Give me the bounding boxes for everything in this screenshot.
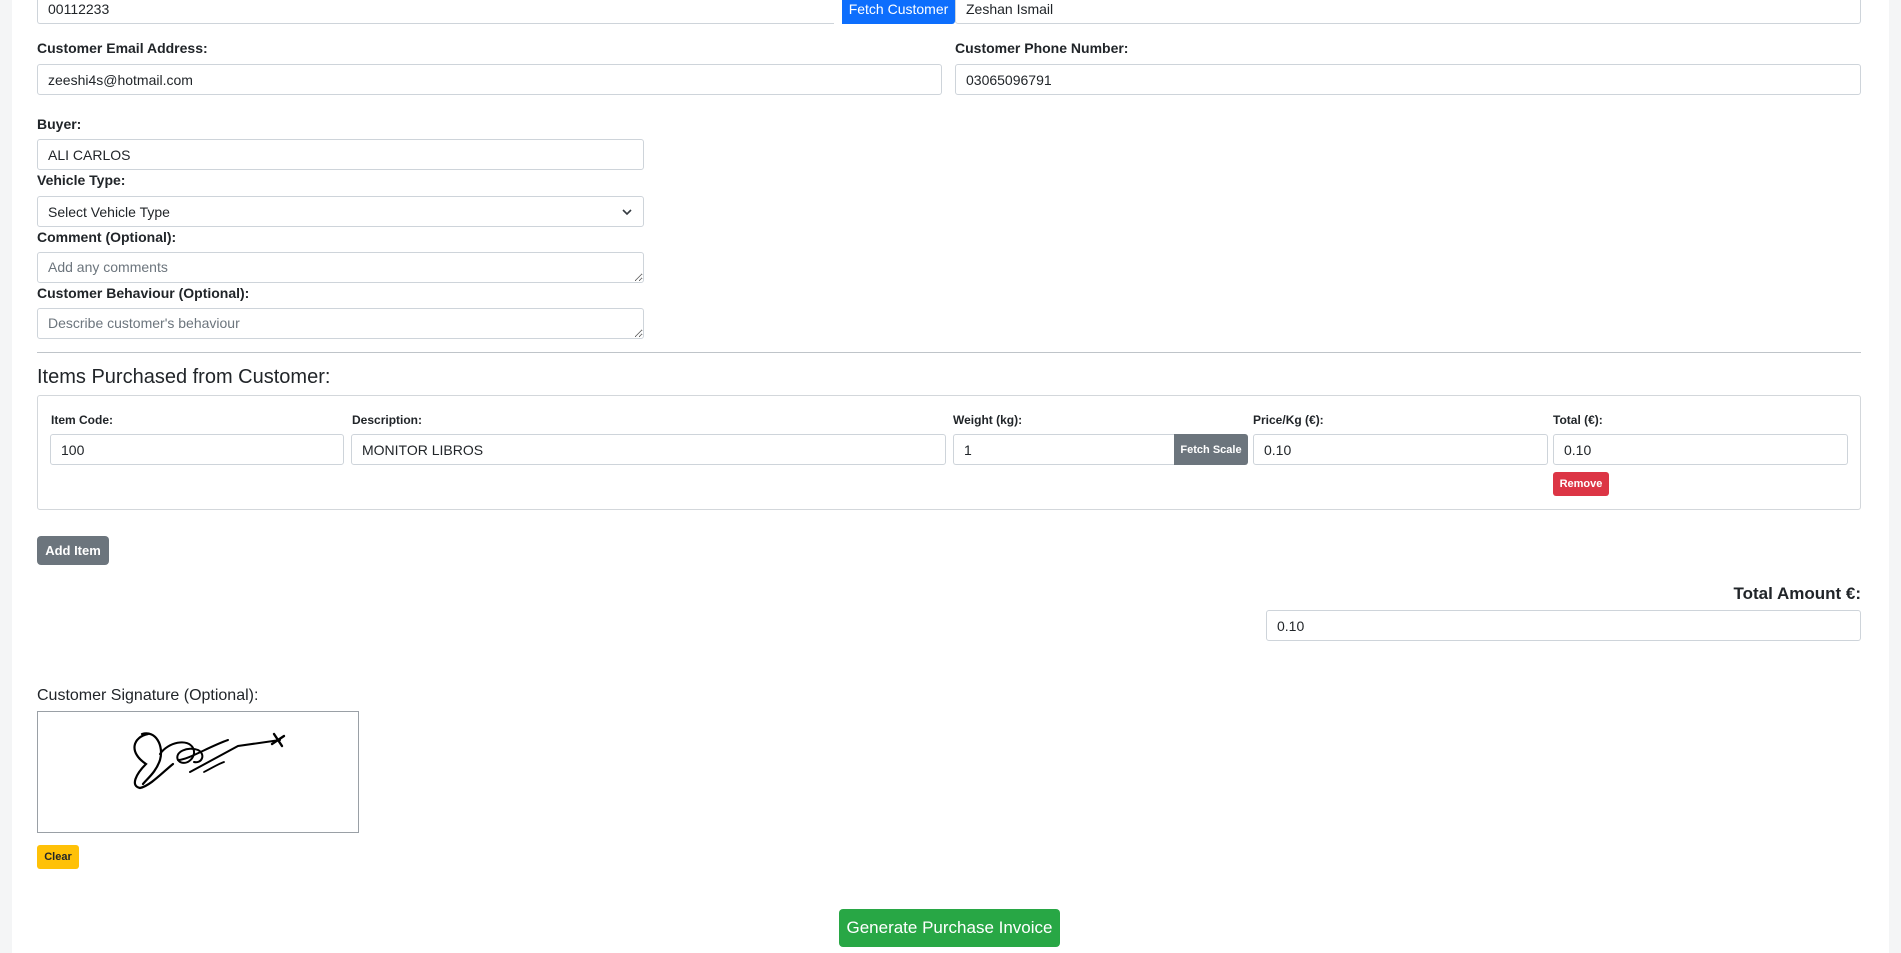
total-amount-label: Total Amount €:	[1733, 584, 1861, 603]
item-code-input[interactable]	[50, 434, 344, 465]
comment-textarea[interactable]	[37, 252, 644, 283]
price-per-kg-label: Price/Kg (€):	[1253, 413, 1324, 427]
total-label: Total (€):	[1553, 413, 1603, 427]
item-total-input[interactable]	[1553, 434, 1848, 465]
item-weight-input[interactable]	[953, 434, 1174, 465]
customer-email-input[interactable]	[37, 64, 942, 95]
buyer-label: Buyer:	[37, 116, 82, 132]
comment-label: Comment (Optional):	[37, 229, 177, 245]
customer-phone-input[interactable]	[955, 64, 1861, 95]
total-amount-input[interactable]	[1266, 610, 1861, 641]
fetch-scale-button[interactable]: Fetch Scale	[1174, 434, 1248, 465]
item-description-input[interactable]	[351, 434, 946, 465]
section-divider	[37, 352, 1861, 353]
customer-id-input[interactable]	[37, 0, 834, 24]
customer-behaviour-label: Customer Behaviour (Optional):	[37, 285, 250, 301]
items-container: Item Code: Description: Weight (kg): Pri…	[37, 395, 1861, 510]
items-heading: Items Purchased from Customer:	[37, 366, 331, 388]
buyer-input[interactable]	[37, 139, 644, 170]
description-label: Description:	[352, 413, 423, 427]
customer-phone-label: Customer Phone Number:	[955, 40, 1129, 56]
vehicle-type-label: Vehicle Type:	[37, 172, 126, 188]
vehicle-type-selected: Select Vehicle Type	[48, 203, 170, 220]
signature-pad[interactable]	[37, 711, 359, 833]
clear-signature-button[interactable]: Clear	[37, 845, 79, 869]
fetch-customer-button[interactable]: Fetch Customer	[842, 0, 955, 24]
item-code-label: Item Code:	[51, 413, 114, 427]
customer-behaviour-textarea[interactable]	[37, 308, 644, 339]
generate-purchase-invoice-button[interactable]: Generate Purchase Invoice	[839, 909, 1060, 947]
weight-label: Weight (kg):	[953, 413, 1023, 427]
page-container: Fetch Customer Customer Email Address: C…	[12, 0, 1889, 953]
chevron-down-icon	[621, 206, 633, 218]
item-price-input[interactable]	[1253, 434, 1548, 465]
signature-drawing	[133, 732, 286, 790]
customer-name-input[interactable]	[955, 0, 1861, 24]
customer-email-label: Customer Email Address:	[37, 40, 208, 56]
signature-label: Customer Signature (Optional):	[37, 687, 259, 704]
vehicle-type-select[interactable]: Select Vehicle Type	[37, 196, 644, 227]
purchase-form: Fetch Customer Customer Email Address: C…	[37, 0, 1861, 953]
remove-item-button[interactable]: Remove	[1553, 472, 1609, 496]
add-item-button[interactable]: Add Item	[37, 536, 109, 565]
